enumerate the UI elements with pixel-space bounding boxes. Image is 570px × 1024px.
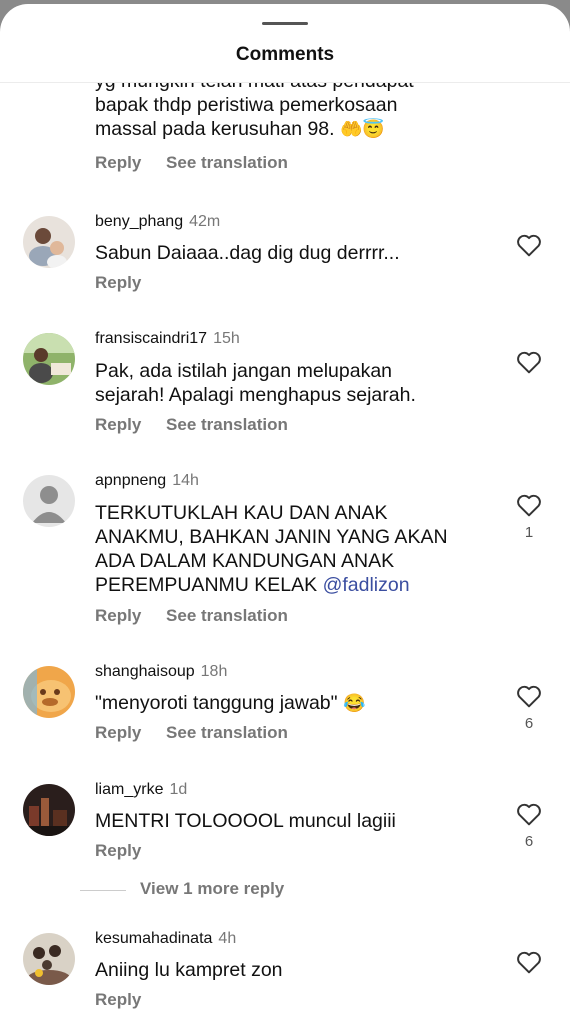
like-count: 6 bbox=[524, 833, 534, 850]
comment-actions: Reply See translation bbox=[95, 153, 288, 173]
username[interactable]: beny_phang bbox=[95, 213, 183, 230]
comment-line: yg mungkin telah mati atas pendapat bbox=[95, 83, 485, 93]
heart-icon[interactable] bbox=[516, 684, 542, 708]
comment-actions: Reply bbox=[95, 990, 141, 1010]
timestamp: 15h bbox=[213, 330, 240, 347]
comment-text: TERKUTUKLAH KAU DAN ANAK ANAKMU, BAHKAN … bbox=[95, 501, 485, 597]
comment-line: TERKUTUKLAH KAU DAN ANAK bbox=[95, 502, 388, 524]
mention-link[interactable]: @fadlizon bbox=[323, 574, 410, 596]
comments-sheet: Comments yg mungkin telah mati atas pend… bbox=[0, 4, 570, 1024]
comment-actions: Reply bbox=[95, 273, 141, 293]
comment-actions: Reply bbox=[95, 841, 141, 861]
comments-list[interactable]: yg mungkin telah mati atas pendapat bapa… bbox=[0, 83, 570, 1024]
emoji: 🤲😇 bbox=[340, 119, 385, 139]
see-translation-button[interactable]: See translation bbox=[166, 153, 288, 172]
comment-meta: fransiscaindri17 15h bbox=[95, 330, 240, 348]
comment-meta: apnpneng 14h bbox=[95, 472, 199, 490]
comment-meta: beny_phang 42m bbox=[95, 213, 220, 231]
comment-line: bapak thdp peristiwa pemerkosaan bbox=[95, 94, 398, 116]
avatar[interactable] bbox=[23, 666, 75, 718]
heart-icon[interactable] bbox=[516, 493, 542, 517]
comment-meta: kesumahadinata 4h bbox=[95, 930, 236, 948]
timestamp: 1d bbox=[169, 781, 188, 798]
see-translation-button[interactable]: See translation bbox=[166, 723, 288, 742]
username[interactable]: kesumahadinata bbox=[95, 930, 212, 947]
heart-icon[interactable] bbox=[516, 350, 542, 374]
comment-text: Sabun Daiaaa..dag dig dug derrrr... bbox=[95, 241, 485, 265]
sheet-title: Comments bbox=[235, 44, 335, 65]
username[interactable]: shanghaisoup bbox=[95, 663, 195, 680]
see-translation-button[interactable]: See translation bbox=[166, 606, 288, 625]
comment-meta: shanghaisoup 18h bbox=[95, 663, 227, 681]
like-count: 1 bbox=[524, 524, 534, 541]
comment-meta: liam_yrke 1d bbox=[95, 781, 187, 799]
timestamp: 4h bbox=[218, 930, 237, 947]
comment-line: "menyoroti tanggung jawab" bbox=[95, 692, 338, 714]
heart-icon[interactable] bbox=[516, 802, 542, 826]
reply-button[interactable]: Reply bbox=[95, 153, 141, 172]
heart-icon[interactable] bbox=[516, 950, 542, 974]
avatar[interactable] bbox=[23, 784, 75, 836]
comment-line: Pak, ada istilah jangan melupakan bbox=[95, 360, 393, 382]
comment-actions: Reply See translation bbox=[95, 723, 288, 743]
reply-button[interactable]: Reply bbox=[95, 841, 141, 860]
emoji: 😂 bbox=[343, 693, 366, 713]
see-translation-button[interactable]: See translation bbox=[166, 415, 288, 434]
view-replies-divider bbox=[80, 890, 126, 891]
drag-handle[interactable] bbox=[262, 22, 308, 25]
heart-icon[interactable] bbox=[516, 233, 542, 257]
reply-button[interactable]: Reply bbox=[95, 606, 141, 625]
username[interactable]: liam_yrke bbox=[95, 781, 163, 798]
comment-actions: Reply See translation bbox=[95, 606, 288, 626]
comment-text: MENTRI TOLOOOOL muncul lagiii bbox=[95, 809, 485, 833]
comment-text: "menyoroti tanggung jawab" 😂 bbox=[95, 691, 485, 715]
view-more-replies-button[interactable]: View 1 more reply bbox=[140, 879, 284, 899]
avatar[interactable] bbox=[23, 333, 75, 385]
comment-text: Pak, ada istilah jangan melupakan sejara… bbox=[95, 359, 485, 407]
avatar[interactable] bbox=[23, 475, 75, 527]
timestamp: 14h bbox=[172, 472, 199, 489]
comment-text: Aniing lu kampret zon bbox=[95, 958, 485, 982]
like-count: 6 bbox=[524, 715, 534, 732]
timestamp: 42m bbox=[189, 213, 221, 230]
username[interactable]: apnpneng bbox=[95, 472, 166, 489]
comment-line: Aniing lu kampret zon bbox=[95, 959, 283, 981]
comment-line: ANAKMU, BAHKAN JANIN YANG AKAN bbox=[95, 526, 448, 548]
comment-line: ADA DALAM KANDUNGAN ANAK bbox=[95, 550, 395, 572]
reply-button[interactable]: Reply bbox=[95, 723, 141, 742]
comment-text: yg mungkin telah mati atas pendapat bapa… bbox=[95, 83, 485, 141]
comment-line: massal pada kerusuhan 98. bbox=[95, 118, 335, 140]
comment-line: sejarah! Apalagi menghapus sejarah. bbox=[95, 384, 416, 406]
avatar[interactable] bbox=[23, 933, 75, 985]
timestamp: 18h bbox=[200, 663, 228, 680]
comment-actions: Reply See translation bbox=[95, 415, 288, 435]
comment-line: MENTRI TOLOOOOL muncul lagiii bbox=[95, 810, 396, 832]
reply-button[interactable]: Reply bbox=[95, 273, 141, 292]
username[interactable]: fransiscaindri17 bbox=[95, 330, 207, 347]
comment-line: PEREMPUANMU KELAK bbox=[95, 574, 318, 596]
reply-button[interactable]: Reply bbox=[95, 415, 141, 434]
avatar[interactable] bbox=[23, 216, 75, 268]
reply-button[interactable]: Reply bbox=[95, 990, 141, 1009]
comment-line: Sabun Daiaaa..dag dig dug derrrr... bbox=[95, 242, 400, 264]
